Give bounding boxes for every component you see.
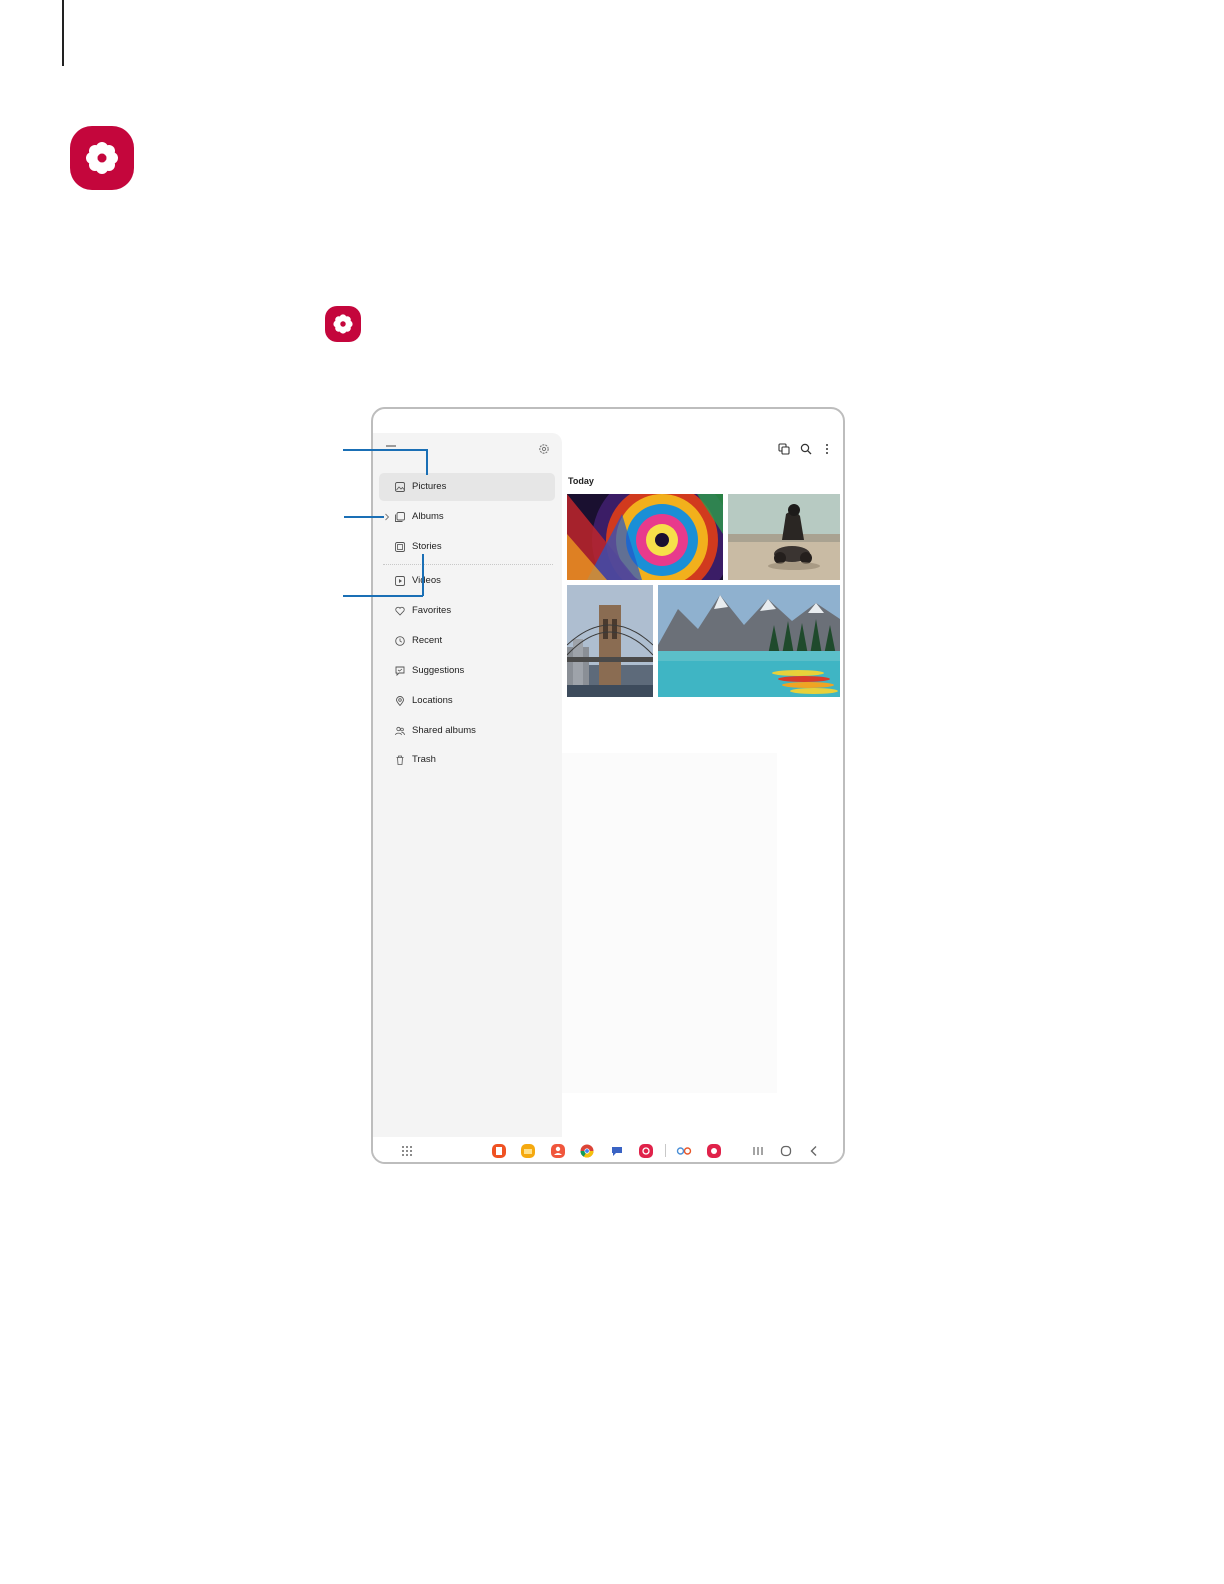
stories-icon bbox=[395, 542, 405, 552]
sidebar-item-label: Locations bbox=[412, 695, 453, 706]
gallery-app-icon bbox=[70, 126, 134, 190]
sidebar-item-label: Suggestions bbox=[412, 665, 465, 676]
files-app-icon[interactable] bbox=[520, 1143, 536, 1159]
sidebar-item-pictures[interactable]: Pictures bbox=[379, 473, 555, 501]
sidebar-item-label: Recent bbox=[412, 635, 443, 646]
flower-icon bbox=[333, 314, 353, 334]
motorcycle-rider-photo bbox=[728, 494, 840, 580]
people-icon bbox=[395, 726, 405, 736]
gear-icon[interactable] bbox=[538, 443, 550, 455]
app-drawer-icon[interactable] bbox=[399, 1143, 415, 1159]
home-button[interactable] bbox=[778, 1143, 794, 1159]
photo-thumbnail-stained-glass[interactable] bbox=[567, 494, 723, 580]
image-icon bbox=[395, 482, 405, 492]
location-pin-icon bbox=[396, 696, 404, 706]
camera-app-icon[interactable] bbox=[638, 1143, 654, 1159]
back-button[interactable] bbox=[806, 1143, 822, 1159]
callout-line-content-rise bbox=[422, 554, 424, 596]
multi-select-icon[interactable] bbox=[778, 443, 790, 455]
sidebar-item-label: Pictures bbox=[412, 481, 447, 492]
callout-line-albums bbox=[344, 516, 384, 518]
mountain-lake-canoes-photo bbox=[658, 585, 840, 697]
recent-apps-pair-icon[interactable] bbox=[676, 1143, 692, 1159]
brooklyn-bridge-photo bbox=[567, 585, 653, 697]
sidebar-item-albums[interactable]: Albums bbox=[379, 503, 555, 531]
sidebar-item-label: Albums bbox=[412, 511, 444, 522]
tablet-screen: Pictures Albums Stories Videos Favorites… bbox=[371, 407, 845, 1164]
flower-icon bbox=[86, 142, 118, 174]
sidebar-item-label: Trash bbox=[412, 754, 436, 765]
sidebar-item-label: Stories bbox=[412, 541, 442, 552]
taskbar-divider bbox=[665, 1144, 666, 1157]
sidebar-item-label: Favorites bbox=[412, 605, 452, 616]
sidebar-item-favorites[interactable]: Favorites bbox=[379, 597, 555, 625]
video-icon bbox=[395, 576, 405, 586]
stained-glass-dome-photo bbox=[567, 494, 723, 580]
sidebar-item-label: Shared albums bbox=[412, 725, 476, 736]
sidebar-item-shared-albums[interactable]: Shared albums bbox=[379, 717, 555, 745]
photo-thumbnail-bridge[interactable] bbox=[567, 585, 653, 697]
notes-app-icon[interactable] bbox=[491, 1143, 507, 1159]
page-margin-rule bbox=[62, 0, 64, 66]
sidebar-item-trash[interactable]: Trash bbox=[379, 746, 555, 774]
chrome-app-icon[interactable] bbox=[579, 1143, 595, 1159]
heart-icon bbox=[395, 606, 405, 616]
suggestions-icon bbox=[395, 666, 405, 676]
content-background bbox=[562, 753, 777, 1093]
sidebar-divider bbox=[383, 564, 553, 565]
gallery-app-icon[interactable] bbox=[706, 1143, 722, 1159]
sidebar-item-suggestions[interactable]: Suggestions bbox=[379, 657, 555, 685]
trash-icon bbox=[396, 755, 404, 765]
gallery-inline-icon bbox=[325, 306, 361, 342]
navigation-drawer: Pictures Albums Stories Videos Favorites… bbox=[373, 433, 562, 1137]
sidebar-item-videos[interactable]: Videos bbox=[379, 567, 555, 595]
search-icon[interactable] bbox=[800, 443, 812, 455]
pictures-content: Today bbox=[562, 433, 843, 1137]
sidebar-item-stories[interactable]: Stories bbox=[379, 533, 555, 561]
chevron-right-icon[interactable] bbox=[384, 512, 390, 522]
sidebar-item-label: Videos bbox=[412, 575, 441, 586]
clock-icon bbox=[395, 636, 405, 646]
sidebar-item-locations[interactable]: Locations bbox=[379, 687, 555, 715]
recents-button[interactable] bbox=[750, 1143, 766, 1159]
photo-thumbnail-motorcycle[interactable] bbox=[728, 494, 840, 580]
contacts-app-icon[interactable] bbox=[550, 1143, 566, 1159]
messages-app-icon[interactable] bbox=[609, 1143, 625, 1159]
callout-line-content bbox=[343, 595, 423, 597]
taskbar bbox=[373, 1137, 843, 1162]
callout-line-pictures bbox=[343, 449, 427, 451]
album-icon bbox=[395, 512, 405, 522]
more-options-icon[interactable] bbox=[821, 443, 833, 455]
photo-thumbnail-mountain-lake[interactable] bbox=[658, 585, 840, 697]
section-header-today: Today bbox=[568, 476, 594, 486]
sidebar-item-recent[interactable]: Recent bbox=[379, 627, 555, 655]
callout-line-pictures-drop bbox=[426, 449, 428, 475]
